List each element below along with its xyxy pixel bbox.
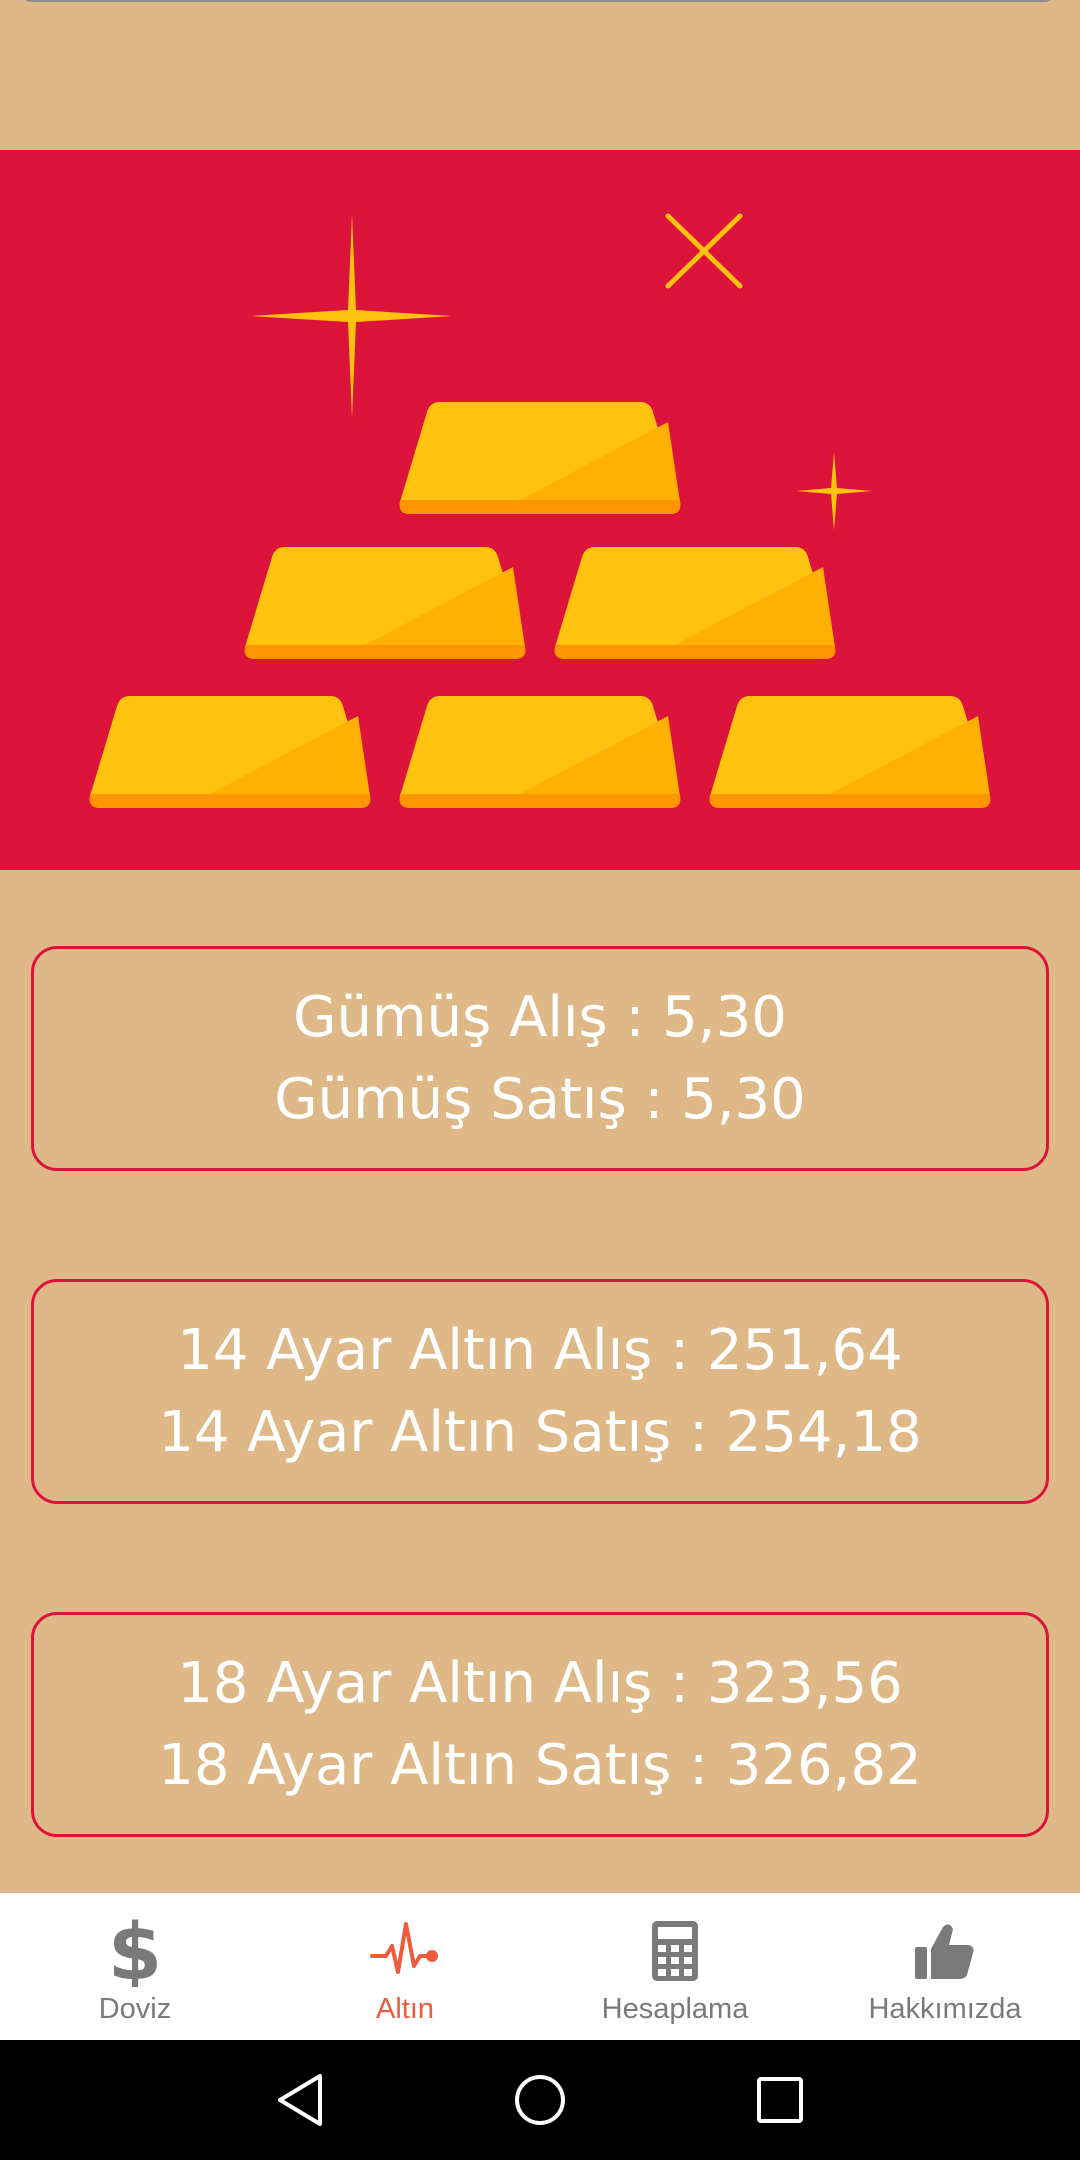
gold-14k-price-card: 14 Ayar Altın Alış : 251,64 14 Ayar Altı… xyxy=(31,1279,1049,1504)
gold-14k-buy-price: 14 Ayar Altın Alış : 251,64 xyxy=(177,1317,903,1383)
gold-18k-price-card: 18 Ayar Altın Alış : 323,56 18 Ayar Altı… xyxy=(31,1612,1049,1837)
sparkle-small xyxy=(796,452,872,530)
silver-price-card: Gümüş Alış : 5,30 Gümüş Satış : 5,30 xyxy=(31,946,1049,1171)
recents-icon[interactable] xyxy=(740,2040,820,2160)
sparkle-large xyxy=(250,214,452,418)
tab-doviz[interactable]: $ Doviz xyxy=(0,1893,270,2040)
silver-sell-price: Gümüş Satış : 5,30 xyxy=(274,1066,806,1132)
gold-bars-illustration xyxy=(89,213,991,808)
tab-hakkimizda[interactable]: Hakkımızda xyxy=(810,1893,1080,2040)
gold-14k-sell-price: 14 Ayar Altın Satış : 254,18 xyxy=(158,1399,922,1465)
tab-doviz-label: Doviz xyxy=(98,1993,172,2025)
calculator-icon xyxy=(650,1911,700,1991)
thumbs-up-icon xyxy=(913,1911,977,1991)
tab-altin[interactable]: Altın xyxy=(270,1893,540,2040)
top-card-edge xyxy=(18,0,1058,2)
tab-altin-label: Altın xyxy=(375,1993,435,2025)
back-icon[interactable] xyxy=(260,2040,340,2160)
bottom-navigation: $ Doviz Altın Hesaplama Hakkımızda xyxy=(0,1893,1080,2040)
dollar-icon: $ xyxy=(107,1911,163,1991)
gold-banner xyxy=(0,150,1080,870)
gold-18k-sell-price: 18 Ayar Altın Satış : 326,82 xyxy=(158,1732,922,1798)
pulse-icon xyxy=(370,1911,440,1991)
tab-hakkimizda-label: Hakkımızda xyxy=(868,1993,1022,2025)
tab-hesaplama[interactable]: Hesaplama xyxy=(540,1893,810,2040)
home-icon[interactable] xyxy=(500,2040,580,2160)
sparkle-cross xyxy=(665,213,743,289)
silver-buy-price: Gümüş Alış : 5,30 xyxy=(293,984,787,1050)
gold-18k-buy-price: 18 Ayar Altın Alış : 323,56 xyxy=(177,1650,903,1716)
system-navigation-bar xyxy=(0,2040,1080,2160)
tab-hesaplama-label: Hesaplama xyxy=(601,1993,749,2025)
svg-text:$: $ xyxy=(108,1915,162,1987)
